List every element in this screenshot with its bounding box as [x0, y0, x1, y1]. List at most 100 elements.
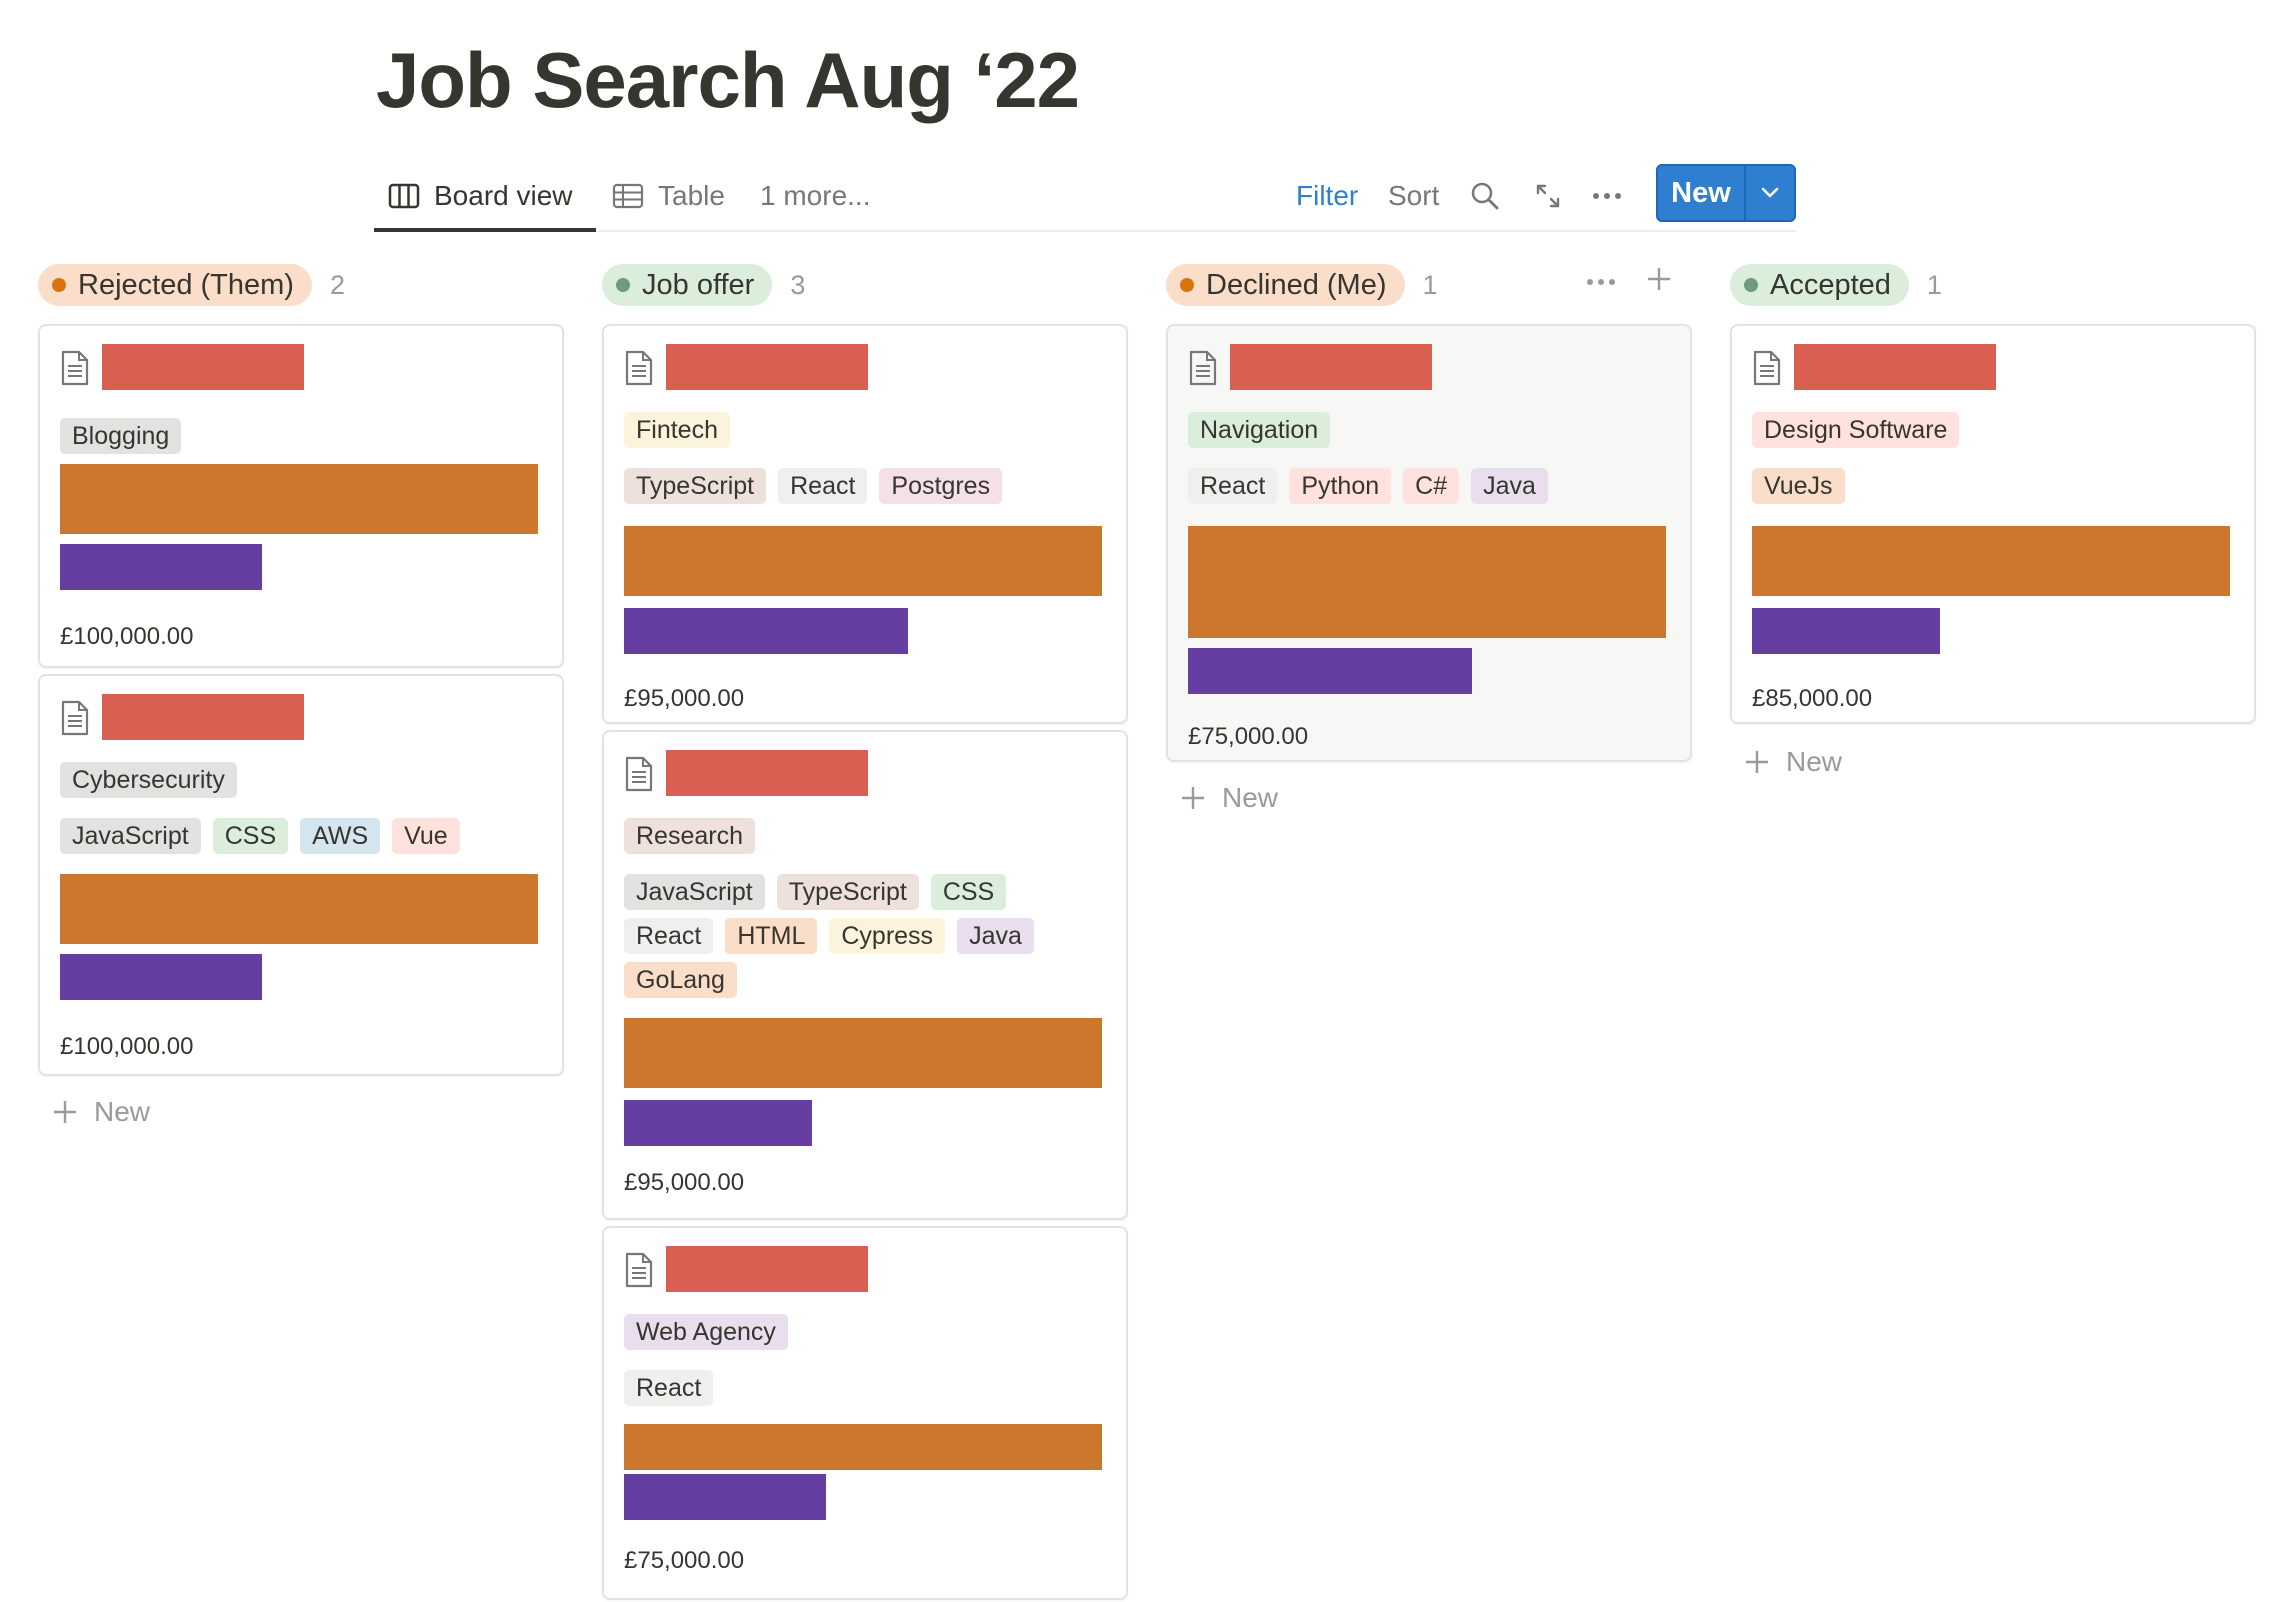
tab-board-view[interactable]: Board view	[388, 174, 573, 218]
redacted-title	[666, 344, 868, 390]
salary-value: £75,000.00	[1188, 723, 1309, 750]
filter-button[interactable]: Filter	[1296, 174, 1358, 218]
tag: Java	[957, 918, 1034, 954]
tag: TypeScript	[624, 468, 767, 504]
job-card[interactable]: Design Software VueJs £85,000.00	[1730, 324, 2256, 724]
redacted-title	[102, 344, 304, 390]
redacted-text-bar	[624, 1424, 1102, 1470]
plus-icon	[1648, 268, 1670, 290]
redacted-link-bar	[1188, 648, 1472, 694]
document-icon	[625, 1252, 653, 1288]
tag: React	[624, 918, 714, 954]
tag-row: TypeScript React Postgres	[624, 468, 1003, 504]
tag: VueJs	[1752, 468, 1845, 504]
tag: React	[778, 468, 868, 504]
tag-row: React HTML Cypress Java	[624, 918, 1034, 954]
tag: Fintech	[624, 412, 730, 448]
tag: Cypress	[829, 918, 946, 954]
tag: Java	[1471, 468, 1548, 504]
column-actions	[1586, 266, 1672, 297]
column-add-button[interactable]	[1646, 266, 1672, 297]
tag-row: Cybersecurity	[60, 762, 237, 798]
status-pill[interactable]: Job offer	[602, 264, 773, 306]
tag-row: VueJs	[1752, 468, 1845, 504]
status-dot	[1744, 278, 1758, 292]
salary-value: £85,000.00	[1752, 685, 1873, 712]
redacted-text-bar	[60, 874, 538, 944]
tag: React	[624, 1370, 714, 1406]
tag-row: Fintech	[624, 412, 730, 448]
tag: React	[1188, 468, 1278, 504]
search-button[interactable]	[1470, 174, 1500, 218]
more-options-button[interactable]	[1592, 174, 1622, 218]
tag: C#	[1403, 468, 1460, 504]
board-column: Declined (Me) 1 Navigation React Python C# Jav…	[1166, 262, 1694, 1582]
tag-row: Research	[624, 818, 755, 854]
tag-row: JavaScript TypeScript CSS	[624, 874, 1007, 910]
tab-more-views[interactable]: 1 more...	[760, 174, 870, 218]
page-title: Job Search Aug ‘22	[376, 36, 1080, 124]
redacted-title	[102, 694, 304, 740]
status-dot	[1180, 278, 1194, 292]
document-icon	[625, 350, 653, 386]
column-more-button[interactable]	[1586, 273, 1616, 291]
new-options-button[interactable]	[1746, 166, 1794, 220]
tag: HTML	[725, 918, 818, 954]
redacted-link-bar	[624, 1474, 826, 1520]
add-new-card-button[interactable]: New	[1180, 782, 1278, 814]
add-new-label: New	[94, 1096, 151, 1127]
tag-row: React	[624, 1370, 714, 1406]
salary-value: £100,000.00	[60, 1033, 194, 1060]
new-button[interactable]: New	[1658, 166, 1746, 220]
column-count: 1	[1926, 269, 1942, 300]
tag: Python	[1289, 468, 1392, 504]
status-label: Rejected (Them)	[78, 268, 294, 301]
job-card[interactable]: Blogging £100,000.00	[38, 324, 564, 668]
salary-value: £95,000.00	[624, 685, 745, 712]
tag: Cybersecurity	[60, 762, 237, 798]
tag: Blogging	[60, 418, 182, 454]
tag: AWS	[300, 818, 381, 854]
tab-table[interactable]: Table	[612, 174, 725, 218]
active-tab-underline	[374, 228, 596, 232]
tag: CSS	[212, 818, 289, 854]
tag-row: React Python C# Java	[1188, 468, 1548, 504]
job-card[interactable]: Cybersecurity JavaScript CSS AWS Vue £100,000…	[38, 674, 564, 1076]
tag: Vue	[392, 818, 460, 854]
plus-icon	[1182, 787, 1204, 809]
redacted-text-bar	[1188, 526, 1666, 638]
job-card[interactable]: Fintech TypeScript React Postgres £95,000.00	[602, 324, 1128, 724]
column-count: 3	[790, 269, 806, 300]
redacted-title	[1794, 344, 1996, 390]
tag-row: Blogging	[60, 418, 182, 454]
salary-value: £95,000.00	[624, 1169, 745, 1196]
board-column: Accepted 1 Design Software VueJs £85,000.00 N…	[1730, 262, 2258, 1582]
add-new-card-button[interactable]: New	[1744, 746, 1842, 778]
sort-button[interactable]: Sort	[1388, 174, 1439, 218]
tag-row: JavaScript CSS AWS Vue	[60, 818, 460, 854]
view-toolbar: Board view Table 1 more... Filter Sort N…	[374, 160, 1796, 232]
job-card[interactable]: Research JavaScript TypeScript CSS React HTML…	[602, 730, 1128, 1220]
status-dot	[52, 278, 66, 292]
job-card[interactable]: Navigation React Python C# Java £75,000.00	[1166, 324, 1692, 762]
document-icon	[61, 350, 89, 386]
add-new-label: New	[1786, 746, 1843, 777]
expand-button[interactable]	[1534, 174, 1562, 218]
status-pill[interactable]: Rejected (Them)	[38, 264, 312, 306]
salary-value: £75,000.00	[624, 1547, 745, 1574]
status-pill[interactable]: Accepted	[1730, 264, 1909, 306]
plus-icon	[1746, 751, 1768, 773]
add-new-card-button[interactable]: New	[52, 1096, 150, 1128]
document-icon	[625, 756, 653, 792]
column-header: Job offer 3	[602, 262, 1130, 308]
column-header: Accepted 1	[1730, 262, 2258, 308]
redacted-link-bar	[624, 608, 908, 654]
tag: Web Agency	[624, 1314, 788, 1350]
status-pill[interactable]: Declined (Me)	[1166, 264, 1405, 306]
redacted-link-bar	[60, 954, 262, 1000]
status-label: Accepted	[1770, 268, 1891, 301]
redacted-text-bar	[624, 1018, 1102, 1088]
job-card[interactable]: Web Agency React £75,000.00	[602, 1226, 1128, 1600]
status-label: Declined (Me)	[1206, 268, 1387, 301]
tag: JavaScript	[624, 874, 765, 910]
